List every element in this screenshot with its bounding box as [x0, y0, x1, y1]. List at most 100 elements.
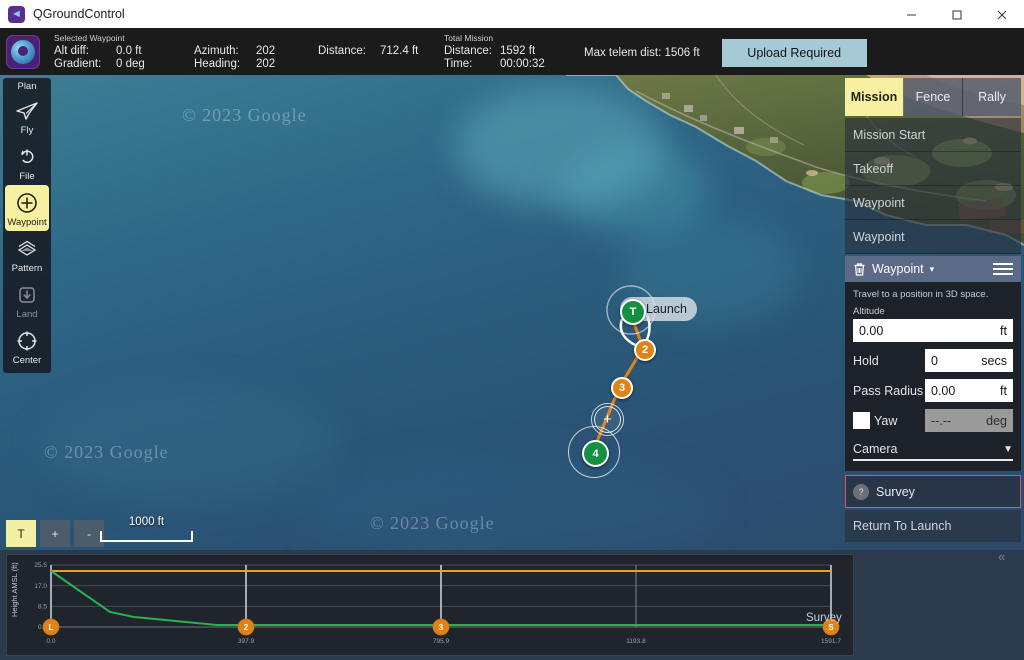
- azimuth-label: Azimuth:: [194, 45, 256, 58]
- toolstrip-item-waypoint[interactable]: Waypoint: [5, 185, 49, 231]
- insert-waypoint-icon[interactable]: +: [594, 406, 621, 433]
- trash-icon[interactable]: [853, 262, 866, 276]
- survey-label: Survey: [876, 485, 915, 499]
- crosshair-icon: [10, 327, 44, 355]
- selected-waypoint-title: Selected Waypoint: [54, 33, 440, 44]
- camera-label: Camera: [853, 442, 1003, 456]
- toolstrip-item-label: Land: [16, 309, 37, 321]
- chevron-down-icon: ▼: [1003, 444, 1013, 455]
- map-scale-text: 1000 ft: [100, 516, 193, 528]
- mission-editor-panel: Mission Fence Rally Mission Start Takeof…: [845, 78, 1021, 542]
- selected-waypoint-stats: Selected Waypoint Alt diff: 0.0 ft Azimu…: [54, 28, 440, 75]
- plan-toolstrip: Plan Fly File Waypoint Pattern: [3, 78, 51, 373]
- chart-x-tick-label: 1591.7: [821, 638, 841, 645]
- window-controls: [889, 0, 1024, 28]
- chart-waypoint-marker-L: L: [43, 619, 59, 635]
- pass-radius-label: Pass Radius: [853, 384, 925, 398]
- max-telem-dist-stat: Max telem dist: 1506 ft: [584, 28, 700, 75]
- close-icon[interactable]: [979, 0, 1024, 28]
- qgroundcontrol-window: ◄ QGroundControl Selected Waypoint Alt d…: [0, 0, 1024, 660]
- gradient-label: Gradient:: [54, 58, 116, 71]
- mission-item-return-to-launch[interactable]: Return To Launch: [845, 510, 1021, 542]
- waypoint-marker-label: 3: [619, 382, 625, 394]
- zoom-in-button[interactable]: +: [40, 520, 70, 547]
- heading-value: 202: [256, 58, 296, 71]
- max-telem-dist-text: Max telem dist: 1506 ft: [584, 47, 700, 59]
- yaw-checkbox[interactable]: [853, 412, 870, 429]
- launch-label-text: Launch: [646, 302, 687, 316]
- toolstrip-item-fly[interactable]: Fly: [3, 93, 51, 139]
- total-mission-stats: Total Mission Distance: 1592 ft Time: 00…: [444, 28, 562, 75]
- altitude-profile-chart: Height AMSL (ft) 25.5 17.0 8.5 0.0: [6, 554, 854, 656]
- camera-dropdown[interactable]: Camera ▼: [853, 442, 1013, 461]
- svg-text:S: S: [828, 623, 834, 632]
- waypoint-marker-2[interactable]: 2: [634, 339, 656, 361]
- toolstrip-item-file[interactable]: File: [3, 139, 51, 185]
- qgc-app-logo-icon[interactable]: [6, 35, 40, 69]
- distance-label: Distance:: [318, 45, 380, 58]
- plan-mode-tabs: Mission Fence Rally: [845, 78, 1021, 116]
- mission-item-waypoint-2[interactable]: Waypoint: [845, 220, 1021, 254]
- azimuth-value: 202: [256, 45, 296, 58]
- pass-radius-unit: ft: [1000, 384, 1007, 398]
- toolstrip-item-pattern[interactable]: Pattern: [3, 231, 51, 277]
- window-title: QGroundControl: [33, 7, 125, 21]
- waypoint-marker-3[interactable]: 3: [611, 377, 633, 399]
- yaw-value: --.--: [931, 414, 986, 428]
- tab-mission[interactable]: Mission: [845, 78, 904, 116]
- gradient-value: 0 deg: [116, 58, 164, 71]
- waypoint-marker-label: 4: [592, 448, 598, 460]
- minimize-icon[interactable]: [889, 0, 934, 28]
- map-scale-bar-line: [100, 531, 193, 542]
- waypoint-editor-title: Waypoint: [872, 262, 924, 276]
- waypoint-editor-body: Travel to a position in 3D space. Altitu…: [845, 282, 1021, 471]
- yaw-input[interactable]: --.-- deg: [925, 409, 1013, 432]
- upload-required-button[interactable]: Upload Required: [722, 39, 867, 67]
- waypoint-marker-T[interactable]: T: [620, 299, 646, 325]
- maximize-icon[interactable]: [934, 0, 979, 28]
- chart-survey-annotation: Survey: [806, 612, 842, 624]
- pass-radius-input[interactable]: 0.00 ft: [925, 379, 1013, 402]
- plus-circle-icon: [10, 189, 44, 217]
- svg-text:3: 3: [439, 623, 444, 632]
- svg-text:L: L: [49, 623, 54, 632]
- altitude-input[interactable]: 0.00 ft: [853, 319, 1013, 342]
- pass-radius-value: 0.00: [931, 384, 1000, 398]
- waypoint-marker-label: T: [630, 306, 637, 318]
- total-mission-title: Total Mission: [444, 33, 562, 44]
- hold-row: Hold 0 secs: [853, 349, 1013, 372]
- hold-input[interactable]: 0 secs: [925, 349, 1013, 372]
- waypoint-marker-4[interactable]: 4: [582, 440, 609, 467]
- yaw-row: Yaw --.-- deg: [853, 409, 1013, 432]
- logo-glyph: ◄: [11, 9, 22, 20]
- hold-value: 0: [931, 354, 981, 368]
- distance-value: 712.4 ft: [380, 45, 440, 58]
- chart-waypoint-marker-2: 2: [238, 619, 254, 635]
- map-controls: T + -: [6, 520, 108, 547]
- total-distance-label: Distance:: [444, 45, 500, 58]
- tab-rally[interactable]: Rally: [963, 78, 1021, 116]
- question-mark-icon: ?: [853, 484, 869, 500]
- mission-item-waypoint-1[interactable]: Waypoint: [845, 186, 1021, 220]
- tab-fence[interactable]: Fence: [904, 78, 963, 116]
- mission-item-survey[interactable]: ? Survey: [845, 475, 1021, 508]
- qgroundcontrol-logo-icon: ◄: [8, 6, 25, 23]
- toolstrip-item-label: Waypoint: [7, 217, 46, 229]
- toolstrip-item-center[interactable]: Center: [3, 323, 51, 369]
- chart-y-tick-label: 8.5: [38, 604, 47, 611]
- hamburger-icon[interactable]: [993, 263, 1013, 275]
- heading-label: Heading:: [194, 58, 256, 71]
- chevron-down-icon[interactable]: ▾: [930, 264, 935, 275]
- map-scale-bar: 1000 ft: [100, 516, 193, 542]
- total-distance-value: 1592 ft: [500, 45, 562, 58]
- toolstrip-item-land[interactable]: Land: [3, 277, 51, 323]
- waypoint-editor-header: Waypoint ▾: [845, 256, 1021, 282]
- mission-item-mission-start[interactable]: Mission Start: [845, 118, 1021, 152]
- map-type-button[interactable]: T: [6, 520, 36, 547]
- mission-item-takeoff[interactable]: Takeoff: [845, 152, 1021, 186]
- panel-collapse-chevron-icon[interactable]: «: [998, 549, 1005, 564]
- total-time-label: Time:: [444, 58, 500, 71]
- hold-unit: secs: [981, 354, 1007, 368]
- pass-radius-row: Pass Radius 0.00 ft: [853, 379, 1013, 402]
- toolstrip-item-label: Pattern: [12, 263, 43, 275]
